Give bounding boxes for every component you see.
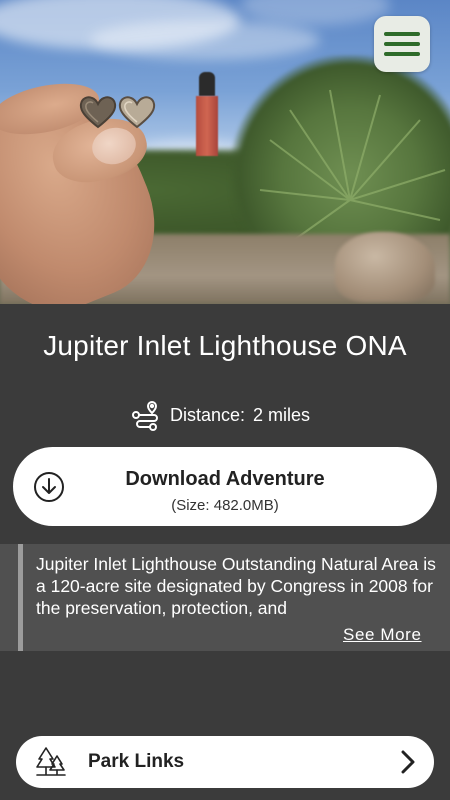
download-adventure-button[interactable]: Download Adventure (Size: 482.0MB) xyxy=(13,447,437,526)
lighthouse-image xyxy=(196,72,218,156)
download-size: (Size: 482.0MB) xyxy=(171,497,279,514)
distance-value: 2 miles xyxy=(253,404,311,425)
trees-icon xyxy=(36,747,66,776)
distance-label: Distance: xyxy=(170,404,246,425)
page-title: Jupiter Inlet Lighthouse ONA xyxy=(43,330,407,361)
quote-bar xyxy=(18,544,23,651)
download-title: Download Adventure xyxy=(125,468,325,490)
distance-info: Distance: 2 miles xyxy=(130,398,310,432)
chevron-right-icon xyxy=(401,750,415,774)
route-icon xyxy=(132,401,158,431)
heart-earring-image xyxy=(118,96,156,129)
menu-button[interactable] xyxy=(374,16,430,72)
description-text: Jupiter Inlet Lighthouse Outstanding Nat… xyxy=(36,554,436,618)
park-links-label: Park Links xyxy=(88,751,185,772)
heart-earring-image xyxy=(79,96,117,129)
see-more-link[interactable]: See More xyxy=(343,625,422,645)
hamburger-menu-icon xyxy=(384,32,420,56)
park-links-button[interactable]: Park Links xyxy=(16,736,434,788)
